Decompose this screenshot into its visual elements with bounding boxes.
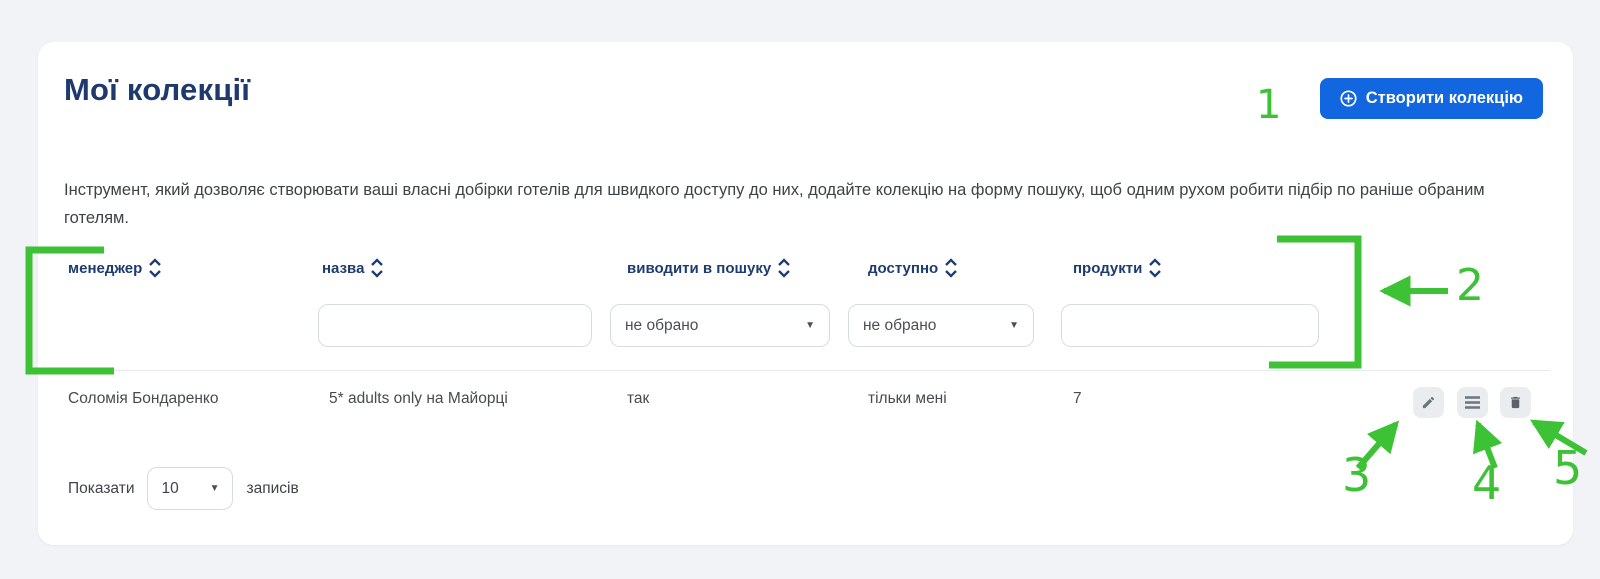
column-header-show-in-search[interactable]: виводити в пошуку xyxy=(627,257,791,279)
edit-collection-button[interactable] xyxy=(1413,387,1444,418)
chevron-down-icon: ▼ xyxy=(1009,320,1019,331)
selected-option: не обрано xyxy=(625,317,698,335)
page-size-select[interactable]: 10 ▼ xyxy=(147,467,233,510)
show-label: Показати xyxy=(68,480,134,498)
column-label: доступно xyxy=(868,260,938,277)
row-cell-show-in-search: так xyxy=(627,383,649,414)
list-icon xyxy=(1464,395,1481,410)
pagination-bar: Показати 10 ▼ записів xyxy=(68,467,299,510)
column-label: продукти xyxy=(1073,260,1142,277)
records-label: записів xyxy=(246,480,298,498)
column-label: виводити в пошуку xyxy=(627,260,771,277)
page-size-value: 10 xyxy=(161,480,178,498)
create-collection-button[interactable]: Створити колекцію xyxy=(1320,78,1543,119)
plus-circle-icon xyxy=(1340,90,1357,107)
sort-icon xyxy=(777,257,791,279)
edit-pencil-icon xyxy=(1421,395,1436,410)
filter-name-input[interactable] xyxy=(318,304,592,347)
trash-icon xyxy=(1508,395,1523,410)
my-collections-card: Мої колекції Створити колекцію Інструмен… xyxy=(38,42,1573,545)
column-header-products[interactable]: продукти xyxy=(1073,257,1162,279)
filter-show-in-search-select[interactable]: не обрано ▼ xyxy=(610,304,830,347)
filter-available-select[interactable]: не обрано ▼ xyxy=(848,304,1034,347)
collection-items-button[interactable] xyxy=(1457,387,1488,418)
column-header-available[interactable]: доступно xyxy=(868,257,958,279)
row-cell-products: 7 xyxy=(1073,383,1082,414)
sort-icon xyxy=(370,257,384,279)
row-cell-name: 5* adults only на Майорці xyxy=(329,383,508,414)
chevron-down-icon: ▼ xyxy=(210,483,220,494)
create-collection-label: Створити колекцію xyxy=(1366,89,1523,108)
column-header-name[interactable]: назва xyxy=(322,257,384,279)
row-cell-manager: Соломія Бондаренко xyxy=(68,383,219,414)
column-header-manager[interactable]: менеджер xyxy=(68,257,162,279)
delete-collection-button[interactable] xyxy=(1500,387,1531,418)
page-title: Мої колекції xyxy=(64,72,250,108)
collections-description: Інструмент, який дозволяє створювати ваш… xyxy=(64,176,1512,232)
table-divider xyxy=(60,370,1550,371)
sort-icon xyxy=(944,257,958,279)
column-label: назва xyxy=(322,260,364,277)
sort-icon xyxy=(148,257,162,279)
row-cell-available: тільки мені xyxy=(868,383,947,414)
filter-products-input[interactable] xyxy=(1061,304,1319,347)
selected-option: не обрано xyxy=(863,317,936,335)
chevron-down-icon: ▼ xyxy=(805,320,815,331)
column-label: менеджер xyxy=(68,260,142,277)
sort-icon xyxy=(1148,257,1162,279)
